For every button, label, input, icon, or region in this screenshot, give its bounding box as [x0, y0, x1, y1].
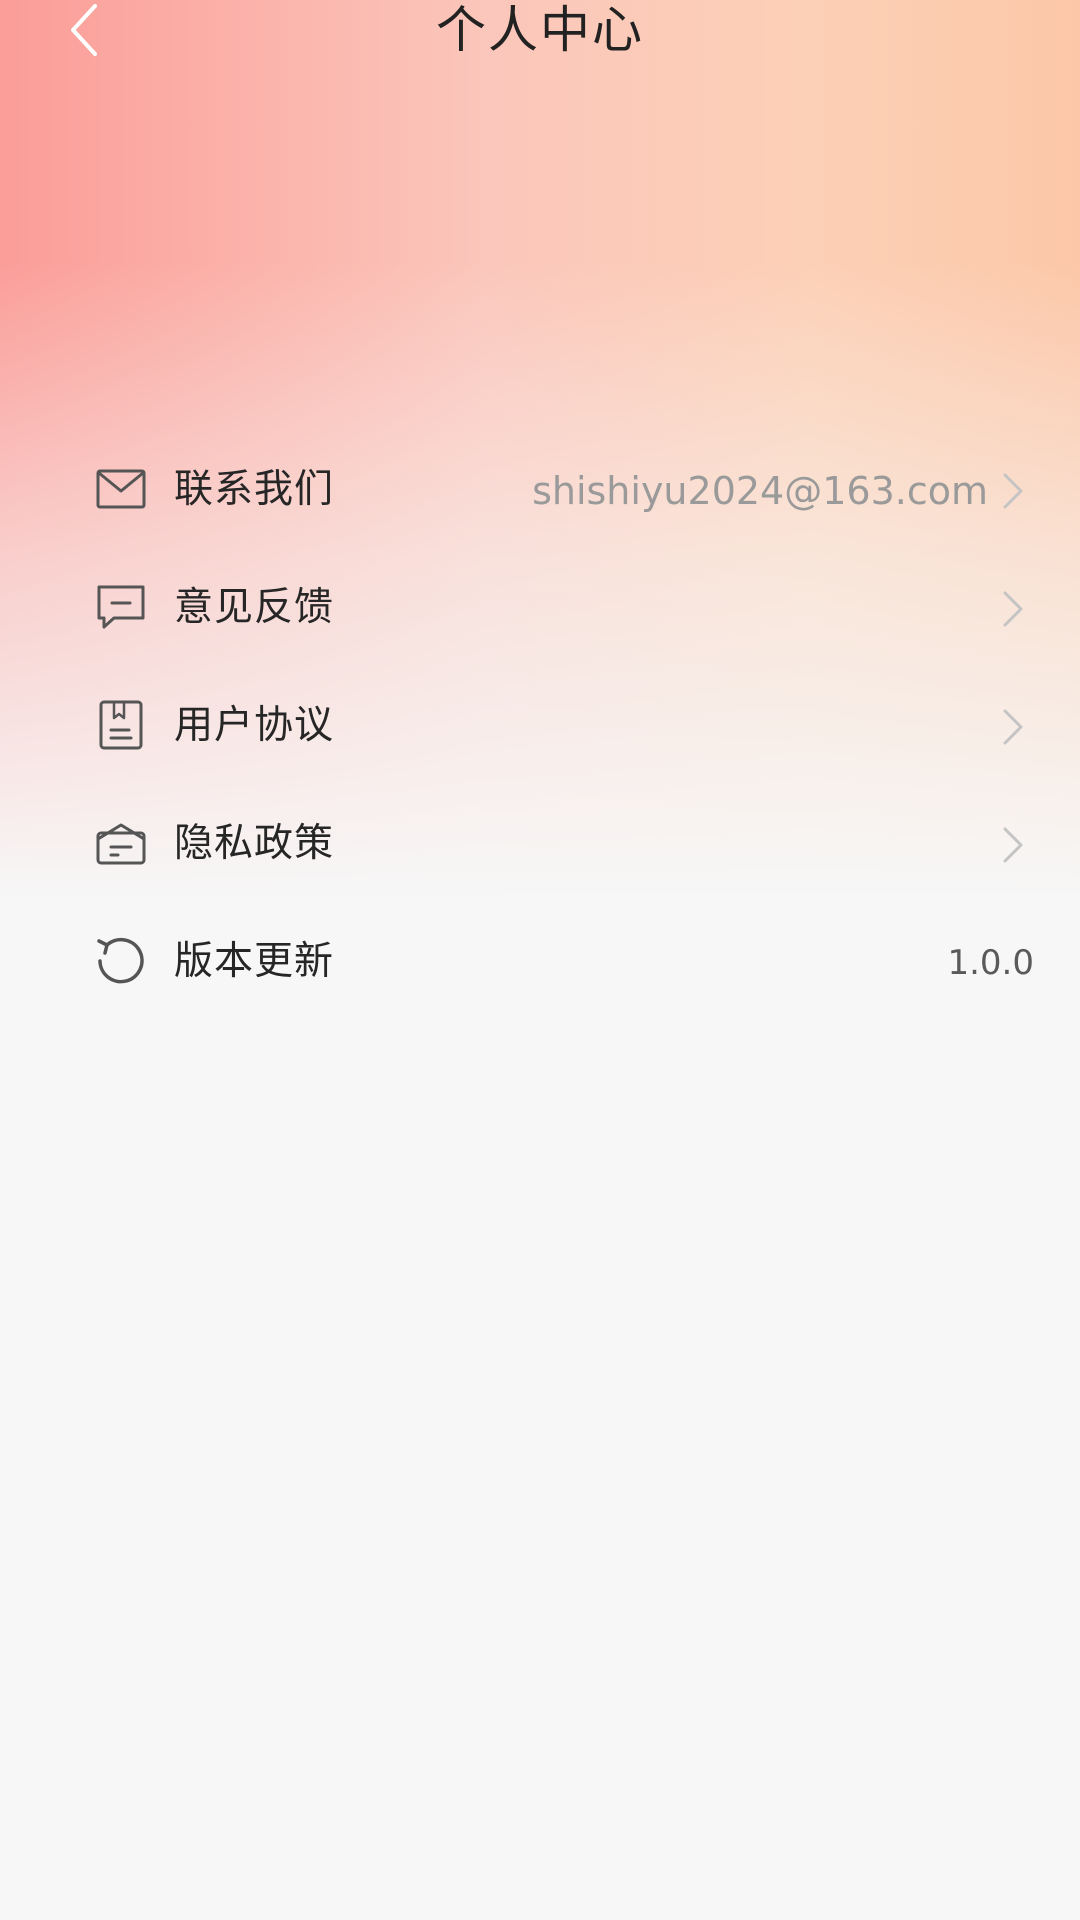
- menu-item-label: 用户协议: [174, 703, 335, 748]
- menu-item-label: 隐私政策: [174, 821, 335, 866]
- mail-icon: [94, 462, 148, 516]
- agreement-icon: [94, 698, 148, 752]
- menu-item-label: 版本更新: [174, 939, 335, 984]
- menu-item-label: 联系我们: [174, 467, 335, 512]
- chevron-right-icon: [998, 588, 1028, 630]
- contact-email: shishiyu2024@163.com: [532, 469, 988, 513]
- version-number: 1.0.0: [947, 943, 1034, 983]
- settings-menu: 联系我们 shishiyu2024@163.com 意见反馈 用户协议 隐私政策…: [0, 432, 1080, 1022]
- refresh-icon: [94, 934, 148, 988]
- chevron-right-icon: [998, 824, 1028, 866]
- feedback-icon: [94, 580, 148, 634]
- privacy-icon: [94, 816, 148, 870]
- menu-item-user-agreement[interactable]: 用户协议: [0, 668, 1080, 786]
- menu-item-privacy-policy[interactable]: 隐私政策: [0, 786, 1080, 904]
- chevron-right-icon: [998, 706, 1028, 748]
- menu-item-feedback[interactable]: 意见反馈: [0, 550, 1080, 668]
- menu-item-label: 意见反馈: [174, 585, 335, 630]
- menu-item-version-update[interactable]: 版本更新 1.0.0: [0, 904, 1080, 1022]
- chevron-right-icon: [998, 470, 1028, 512]
- page-title: 个人中心: [436, 1, 644, 59]
- menu-item-contact-us[interactable]: 联系我们 shishiyu2024@163.com: [0, 432, 1080, 550]
- header: 个人中心: [0, 0, 1080, 64]
